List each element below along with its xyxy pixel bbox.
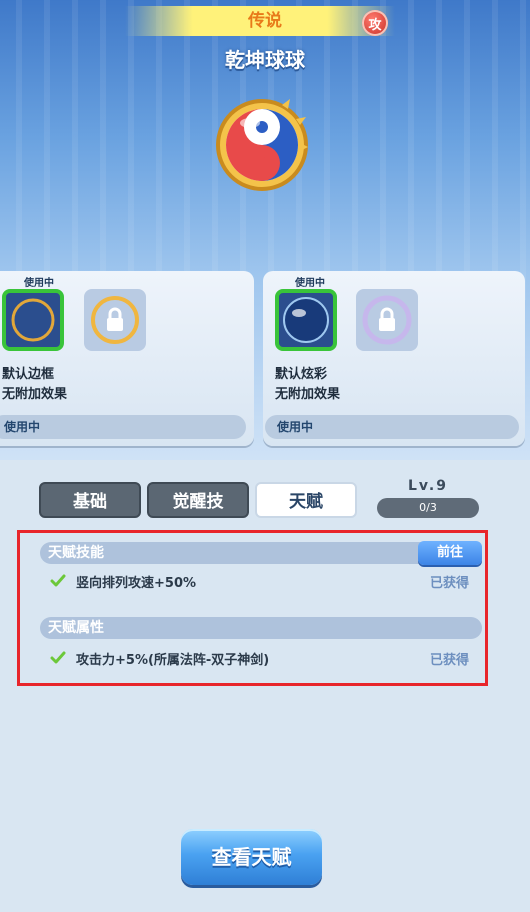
- bubble-icon: [283, 297, 329, 343]
- lock-icon: [362, 295, 412, 345]
- frame-status-bar: 使用中: [0, 415, 246, 439]
- level-progress: 0/3: [377, 498, 479, 518]
- talent-attr-item: 攻击力+5%(所属法阵-双子神剑): [76, 653, 270, 668]
- talent-skill-status: 已获得: [430, 576, 470, 591]
- golden-ring-icon: [11, 298, 55, 342]
- frame-effect: 无附加效果: [2, 387, 68, 402]
- go-button[interactable]: 前往: [418, 541, 482, 565]
- hero-background: 传说 攻 乾坤球球 使用中 默认边框 无附加效果 使用中 使用中 默认炫彩 无附…: [0, 0, 530, 460]
- skin-card: 使用中 默认炫彩 无附加效果 使用中: [263, 271, 525, 446]
- talent-attr-title: 天赋属性: [48, 620, 104, 636]
- check-icon: [50, 574, 66, 587]
- default-skin-slot[interactable]: [275, 289, 337, 351]
- tab-talent[interactable]: 天赋: [255, 482, 357, 518]
- tab-awaken-skill[interactable]: 觉醒技: [147, 482, 249, 518]
- talent-attr-status: 已获得: [430, 653, 470, 668]
- locked-skin-slot[interactable]: [356, 289, 418, 351]
- talent-attr-header: [40, 617, 482, 639]
- skin-status-bar: 使用中: [265, 415, 519, 439]
- attack-badge: 攻: [362, 10, 388, 36]
- lock-icon: [91, 296, 139, 344]
- skin-effect: 无附加效果: [275, 387, 341, 402]
- tab-basic[interactable]: 基础: [39, 482, 141, 518]
- talent-skill-header: [40, 542, 482, 564]
- using-tag: 使用中: [295, 278, 325, 289]
- default-frame-slot[interactable]: [2, 289, 64, 351]
- frame-name: 默认边框: [2, 367, 55, 382]
- skin-name: 默认炫彩: [275, 367, 328, 382]
- using-tag: 使用中: [24, 278, 54, 289]
- level-label: Lv.9: [408, 478, 448, 494]
- locked-frame-slot[interactable]: [84, 289, 146, 351]
- rarity-label: 传说: [248, 11, 282, 31]
- check-icon: [50, 651, 66, 664]
- view-talent-button[interactable]: 查看天赋: [181, 829, 322, 885]
- item-title: 乾坤球球: [225, 48, 305, 72]
- yin-yang-orb-icon: [212, 95, 312, 199]
- skin-name-block: 默认炫彩 无附加效果: [275, 365, 340, 405]
- talent-skill-item: 竖向排列攻速+50%: [76, 576, 197, 591]
- frame-card: 使用中 默认边框 无附加效果 使用中: [0, 271, 254, 446]
- frame-name-block: 默认边框 无附加效果: [2, 365, 67, 405]
- talent-skill-title: 天赋技能: [48, 545, 104, 561]
